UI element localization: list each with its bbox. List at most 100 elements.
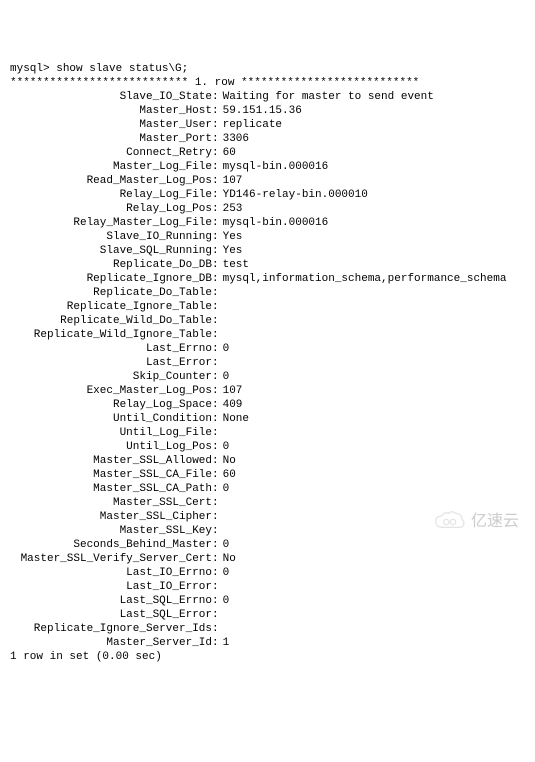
field-label: Until_Log_File (10, 426, 212, 440)
field-value: 107 (219, 384, 243, 398)
field-value: YD146-relay-bin.000010 (219, 188, 368, 202)
colon: : (212, 216, 219, 230)
command-line: mysql> show slave status\G; (10, 62, 525, 76)
field-value: 0 (219, 370, 230, 384)
status-field: Slave_IO_Running:Yes (10, 230, 525, 244)
status-field: Master_SSL_Allowed:No (10, 454, 525, 468)
field-value: mysql-bin.000016 (219, 216, 329, 230)
field-value (219, 314, 223, 328)
status-field: Master_SSL_CA_Path:0 (10, 482, 525, 496)
field-label: Replicate_Ignore_Table (10, 300, 212, 314)
field-value: 0 (219, 482, 230, 496)
command: show slave status\G; (56, 63, 188, 75)
field-label: Slave_IO_State (10, 90, 212, 104)
colon: : (212, 552, 219, 566)
field-value (219, 300, 223, 314)
field-label: Replicate_Do_Table (10, 286, 212, 300)
status-field: Master_Host:59.151.15.36 (10, 104, 525, 118)
field-label: Master_SSL_Cipher (10, 510, 212, 524)
field-label: Replicate_Ignore_DB (10, 272, 212, 286)
status-field: Last_Errno:0 (10, 342, 525, 356)
colon: : (212, 132, 219, 146)
status-field: Master_SSL_Key: (10, 524, 525, 538)
colon: : (212, 538, 219, 552)
field-value (219, 510, 223, 524)
field-label: Replicate_Wild_Ignore_Table (10, 328, 212, 342)
field-value: 0 (219, 566, 230, 580)
colon: : (212, 398, 219, 412)
field-value: 0 (219, 440, 230, 454)
colon: : (212, 482, 219, 496)
colon: : (212, 314, 219, 328)
field-label: Master_SSL_CA_File (10, 468, 212, 482)
colon: : (212, 244, 219, 258)
prompt: mysql> (10, 63, 50, 75)
colon: : (212, 608, 219, 622)
field-value (219, 426, 223, 440)
field-label: Last_Error (10, 356, 212, 370)
field-value: 3306 (219, 132, 249, 146)
status-field: Last_SQL_Errno:0 (10, 594, 525, 608)
field-label: Master_Host (10, 104, 212, 118)
field-value: replicate (219, 118, 282, 132)
field-value: Yes (219, 244, 243, 258)
field-value: 107 (219, 174, 243, 188)
colon: : (212, 566, 219, 580)
status-field: Last_SQL_Error: (10, 608, 525, 622)
field-label: Until_Log_Pos (10, 440, 212, 454)
field-label: Connect_Retry (10, 146, 212, 160)
field-label: Read_Master_Log_Pos (10, 174, 212, 188)
colon: : (212, 300, 219, 314)
field-value (219, 580, 223, 594)
field-value (219, 496, 223, 510)
field-label: Replicate_Do_DB (10, 258, 212, 272)
field-label: Skip_Counter (10, 370, 212, 384)
field-value (219, 524, 223, 538)
field-value: 253 (219, 202, 243, 216)
field-value: 0 (219, 538, 230, 552)
colon: : (212, 580, 219, 594)
status-field: Until_Condition:None (10, 412, 525, 426)
colon: : (212, 496, 219, 510)
colon: : (212, 356, 219, 370)
field-label: Last_SQL_Errno (10, 594, 212, 608)
field-label: Master_SSL_CA_Path (10, 482, 212, 496)
status-field: Relay_Master_Log_File:mysql-bin.000016 (10, 216, 525, 230)
field-label: Slave_SQL_Running (10, 244, 212, 258)
field-label: Replicate_Wild_Do_Table (10, 314, 212, 328)
field-value: test (219, 258, 249, 272)
colon: : (212, 440, 219, 454)
colon: : (212, 468, 219, 482)
status-field: Replicate_Do_Table: (10, 286, 525, 300)
field-value: 60 (219, 468, 236, 482)
field-label: Replicate_Ignore_Server_Ids (10, 622, 212, 636)
status-field: Until_Log_Pos:0 (10, 440, 525, 454)
status-field: Replicate_Do_DB:test (10, 258, 525, 272)
field-label: Last_SQL_Error (10, 608, 212, 622)
status-field: Last_IO_Error: (10, 580, 525, 594)
field-value: 409 (219, 398, 243, 412)
field-label: Relay_Log_File (10, 188, 212, 202)
status-field: Seconds_Behind_Master:0 (10, 538, 525, 552)
status-field: Replicate_Ignore_Server_Ids: (10, 622, 525, 636)
status-field: Relay_Log_Space:409 (10, 398, 525, 412)
status-field: Replicate_Wild_Ignore_Table: (10, 328, 525, 342)
field-label: Slave_IO_Running (10, 230, 212, 244)
status-field: Exec_Master_Log_Pos:107 (10, 384, 525, 398)
field-label: Master_Log_File (10, 160, 212, 174)
colon: : (212, 622, 219, 636)
colon: : (212, 258, 219, 272)
colon: : (212, 272, 219, 286)
field-value (219, 356, 223, 370)
field-value: Waiting for master to send event (219, 90, 434, 104)
field-value (219, 328, 223, 342)
colon: : (212, 454, 219, 468)
field-label: Master_SSL_Cert (10, 496, 212, 510)
field-value: mysql,information_schema,performance_sch… (219, 272, 507, 286)
status-field: Master_User:replicate (10, 118, 525, 132)
status-field: Replicate_Wild_Do_Table: (10, 314, 525, 328)
field-label: Exec_Master_Log_Pos (10, 384, 212, 398)
field-value (219, 286, 223, 300)
field-label: Seconds_Behind_Master (10, 538, 212, 552)
field-label: Master_SSL_Verify_Server_Cert (10, 552, 212, 566)
